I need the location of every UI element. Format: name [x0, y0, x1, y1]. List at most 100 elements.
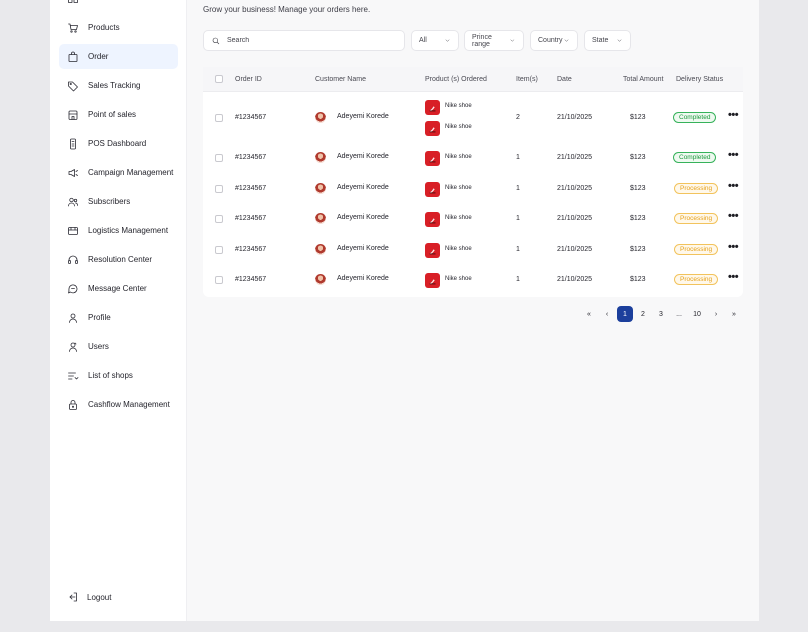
- sidebar-item-message-center[interactable]: Message Center: [59, 276, 178, 301]
- country-filter[interactable]: Country: [530, 30, 578, 51]
- chevron-down-icon: [445, 39, 450, 42]
- sidebar-item-sales-tracking[interactable]: Sales Tracking: [59, 73, 178, 98]
- more-options-icon[interactable]: •••: [728, 109, 739, 121]
- sidebar-item-resolution-center[interactable]: Resolution Center: [59, 247, 178, 272]
- sidebar-item-cashflow-management[interactable]: Cashflow Management: [59, 392, 178, 417]
- row-checkbox[interactable]: [215, 185, 223, 193]
- order-id[interactable]: #1234567: [235, 215, 266, 222]
- sidebar-item-products[interactable]: Products: [59, 15, 178, 40]
- sidebar-item-users[interactable]: Users: [59, 334, 178, 359]
- more-options-icon[interactable]: •••: [728, 180, 739, 192]
- sidebar-item-label: Resolution Center: [88, 255, 153, 264]
- item-count: 2: [516, 114, 520, 121]
- nike-shoe-thumbnail: [425, 212, 440, 227]
- sidebar-item-subscribers[interactable]: Subscribers: [59, 189, 178, 214]
- status-badge: Completed: [673, 112, 717, 123]
- product-name: Nike shoe: [445, 215, 472, 221]
- column-header: Date: [557, 76, 572, 83]
- order-date: 21/10/2025: [557, 114, 593, 121]
- pos-terminal-icon: [67, 138, 79, 150]
- search-box[interactable]: [203, 30, 405, 51]
- order-id[interactable]: #1234567: [235, 114, 266, 121]
- prev-page-button[interactable]: ‹: [599, 306, 615, 322]
- row-checkbox[interactable]: [215, 246, 223, 254]
- product-name: Nike shoe: [445, 154, 472, 160]
- product-name: Nike shoe: [445, 185, 472, 191]
- logout-button[interactable]: Logout: [59, 591, 111, 603]
- sidebar-item-label: Message Center: [88, 284, 147, 293]
- order-date: 21/10/2025: [557, 154, 593, 161]
- page-button[interactable]: 1: [617, 306, 633, 322]
- more-options-icon[interactable]: •••: [728, 271, 739, 283]
- sidebar-item-order[interactable]: Order: [59, 44, 178, 69]
- page-button[interactable]: 2: [635, 306, 651, 322]
- order-date: 21/10/2025: [557, 246, 593, 253]
- sidebar-item-profile[interactable]: Profile: [59, 305, 178, 330]
- order-id[interactable]: #1234567: [235, 276, 266, 283]
- lock-icon: [67, 399, 79, 411]
- megaphone-icon: [67, 167, 79, 179]
- sidebar-item-label: Campaign Management: [88, 168, 174, 177]
- sidebar-item-label: Dashboard: [88, 0, 127, 2]
- headset-icon: [67, 254, 79, 266]
- item-count: 1: [516, 215, 520, 222]
- sidebar-item-label: Order: [88, 52, 109, 61]
- status-filter-label: All: [419, 37, 427, 44]
- sidebar-item-label: Cashflow Management: [88, 400, 170, 409]
- more-options-icon[interactable]: •••: [728, 241, 739, 253]
- column-header: Product (s) Ordered: [425, 76, 487, 83]
- sidebar-item-label: Point of sales: [88, 110, 137, 119]
- sidebar-item-logistics-management[interactable]: Logistics Management: [59, 218, 178, 243]
- nike-shoe-thumbnail: [425, 151, 440, 166]
- sidebar-item-label: Profile: [88, 313, 111, 322]
- total-amount: $123: [630, 276, 646, 283]
- order-id[interactable]: #1234567: [235, 185, 266, 192]
- row-checkbox[interactable]: [215, 114, 223, 122]
- avatar: [315, 213, 326, 224]
- sidebar-item-pos-dashboard[interactable]: POS Dashboard: [59, 131, 178, 156]
- sidebar-item-label: POS Dashboard: [88, 139, 147, 148]
- product-name: Nike shoe: [445, 124, 472, 130]
- sidebar-item-list-of-shops[interactable]: List of shops: [59, 363, 178, 388]
- product-name: Nike shoe: [445, 246, 472, 252]
- avatar: [315, 112, 326, 123]
- state-filter[interactable]: State: [584, 30, 631, 51]
- item-count: 1: [516, 276, 520, 283]
- more-options-icon[interactable]: •••: [728, 149, 739, 161]
- search-input[interactable]: [227, 37, 397, 44]
- customer-name: Adeyemi Korede: [337, 275, 389, 282]
- order-date: 21/10/2025: [557, 185, 593, 192]
- order-id[interactable]: #1234567: [235, 154, 266, 161]
- status-badge: Processing: [674, 213, 719, 224]
- price-range-filter-label: Prince range: [472, 33, 492, 48]
- total-amount: $123: [630, 246, 646, 253]
- sidebar-item-point-of-sales[interactable]: Point of sales: [59, 102, 178, 127]
- order-id[interactable]: #1234567: [235, 246, 266, 253]
- status-filter[interactable]: All: [411, 30, 459, 51]
- more-options-icon[interactable]: •••: [728, 210, 739, 222]
- status-badge: Processing: [674, 183, 719, 194]
- row-checkbox[interactable]: [215, 154, 223, 162]
- row-checkbox[interactable]: [215, 215, 223, 223]
- order-date: 21/10/2025: [557, 215, 593, 222]
- page-button[interactable]: 3: [653, 306, 669, 322]
- item-count: 1: [516, 246, 520, 253]
- search-icon: [212, 37, 220, 44]
- select-all-checkbox[interactable]: [215, 75, 223, 83]
- item-count: 1: [516, 154, 520, 161]
- dashboard-icon: [67, 0, 79, 4]
- page-button[interactable]: 10: [689, 306, 705, 322]
- first-page-button[interactable]: «: [581, 306, 597, 322]
- customer-name: Adeyemi Korede: [337, 245, 389, 252]
- last-page-button[interactable]: »: [726, 306, 742, 322]
- row-checkbox[interactable]: [215, 276, 223, 284]
- price-range-filter[interactable]: Prince range: [464, 30, 524, 51]
- sidebar-item-label: List of shops: [88, 371, 133, 380]
- page-subtitle: Grow your business! Manage your orders h…: [203, 5, 371, 14]
- next-page-button[interactable]: ›: [708, 306, 724, 322]
- column-header: Item(s): [516, 76, 538, 83]
- chevron-down-icon: [510, 39, 515, 42]
- sidebar-item-dashboard[interactable]: Dashboard: [59, 0, 178, 10]
- sidebar-item-campaign-management[interactable]: Campaign Management: [59, 160, 178, 185]
- avatar: [315, 152, 326, 163]
